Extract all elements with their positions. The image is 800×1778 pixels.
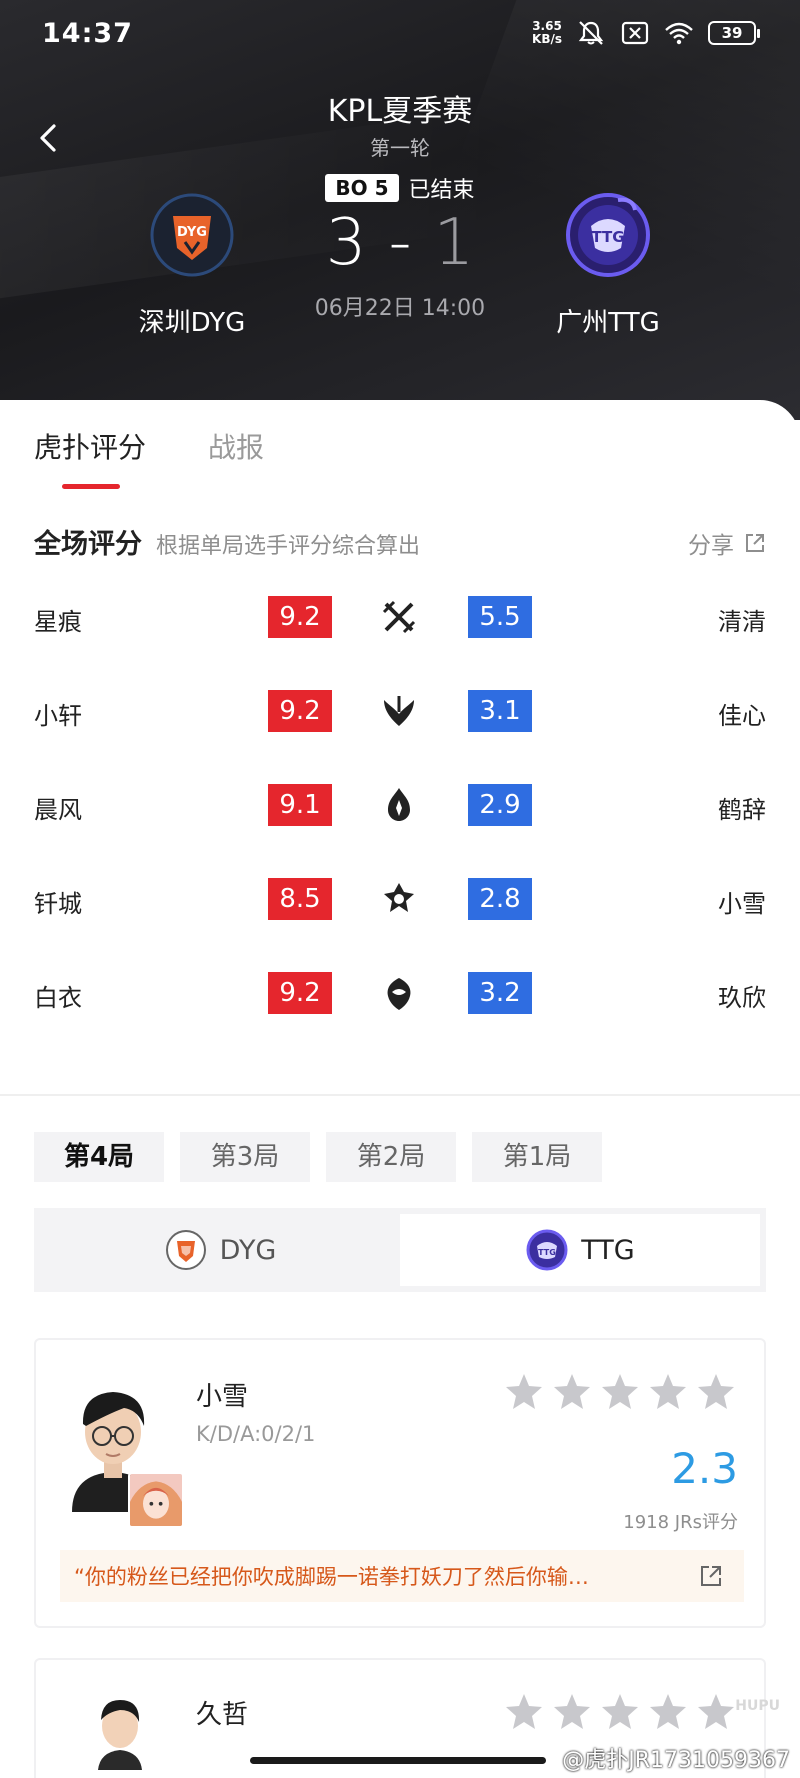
rating-row[interactable]: 星痕 9.2 5.5 清清 [34,596,766,640]
clash-lane-icon [382,600,416,634]
player-rating-count: 1918 JRs评分 [623,1512,738,1533]
net-speed: 3.65 KB/s [532,19,562,46]
section-divider [0,1094,800,1096]
right-player-name: 小雪 [718,890,766,918]
svg-text:TTG: TTG [538,1248,556,1257]
hupu-watermark-logo: HUPU [735,1698,780,1714]
left-player-score: 8.5 [268,878,332,920]
team-switch-dyg-label: DYG [219,1234,277,1266]
player-average-rating: 2.3 [671,1444,738,1493]
team-left-name: 深圳DYG [138,308,246,338]
star-icon[interactable] [504,1692,544,1732]
right-player-score: 5.5 [468,596,532,638]
left-player-name: 晨风 [34,796,82,824]
rating-row[interactable]: 小轩 9.2 3.1 佳心 [34,690,766,734]
left-player-name: 小轩 [34,702,82,730]
score-right: 1 [433,206,475,280]
hero-portrait-icon [128,1472,184,1528]
svg-text:DYG: DYG [177,225,207,240]
left-player-score: 9.2 [268,596,332,638]
star-icon[interactable] [504,1372,544,1412]
left-player-name: 钎城 [34,890,82,918]
player-rating-card[interactable]: 小雪 K/D/A:0/2/1 2.3 1918 JRs评分 “你的粉丝已经把你吹… [34,1338,766,1628]
right-player-score: 2.9 [468,784,532,826]
left-player-score: 9.2 [268,690,332,732]
star-rating-input[interactable] [504,1372,736,1412]
left-player-score: 9.2 [268,972,332,1014]
mute-icon [578,21,604,45]
star-icon[interactable] [696,1692,736,1732]
star-icon[interactable] [600,1372,640,1412]
bo-badge: BO 5 [325,174,399,202]
status-time: 14:37 [42,18,133,49]
rating-row[interactable]: 钎城 8.5 2.8 小雪 [34,878,766,922]
player-avatar [90,1690,150,1770]
team-left[interactable]: DYG 深圳DYG [92,190,292,339]
tab-game-3[interactable]: 第3局 [180,1132,310,1182]
star-icon[interactable] [648,1692,688,1732]
league-title: KPL夏季赛 [327,94,473,129]
team-right[interactable]: TTG 广州TTG [508,190,708,339]
right-player-name: 佳心 [718,702,766,730]
farm-lane-icon [384,883,414,912]
hot-comment-text: “你的粉丝已经把你吹成脚踢一诺拳打妖刀了然后你输… [74,1565,589,1589]
ttg-logo-icon: TTG [566,193,650,277]
rating-row[interactable]: 晨风 9.1 2.9 鹤辞 [34,784,766,828]
dyg-logo-icon: DYG [150,193,234,277]
external-link-icon[interactable] [698,1563,724,1589]
game-tabs: 第4局 第3局 第2局 第1局 [34,1132,602,1182]
content-panel: 虎扑评分 战报 全场评分 根据单局选手评分综合算出 分享 星痕 9.2 5.5 … [0,400,800,1778]
match-header: 14:37 3.65 KB/s 39 KPL夏季赛 第一轮 BO 5 已结束 3… [0,0,800,420]
battery-indicator: 39 [708,21,760,45]
team-switch-dyg[interactable]: DYG [40,1214,400,1286]
team-switch: DYG TTG TTG [34,1208,766,1292]
match-status: 已结束 [408,178,475,203]
status-icons: 3.65 KB/s 39 [532,19,760,46]
player-name: 久哲 [196,1700,249,1730]
user-watermark: @虎扑JR1731059367 [562,1748,790,1773]
main-tabs: 虎扑评分 战报 [34,426,264,489]
right-player-name: 玖欣 [718,984,766,1012]
rating-row-holder [34,524,766,568]
left-player-name: 星痕 [34,608,82,636]
ttg-logo-icon: TTG [526,1229,568,1271]
dyg-logo-icon [165,1230,206,1270]
left-player-score: 9.1 [268,784,332,826]
player-name: 小雪 [196,1382,249,1412]
score-left: 3 [325,206,367,280]
score-separator: - [388,206,412,280]
hot-comment[interactable]: “你的粉丝已经把你吹成脚踢一诺拳打妖刀了然后你输… [60,1550,744,1602]
status-bar: 14:37 3.65 KB/s 39 [0,0,800,70]
player-kda: K/D/A:0/2/1 [196,1422,316,1446]
left-player-name: 白衣 [34,984,82,1012]
round-label: 第一轮 [370,136,430,160]
jungle-icon [384,696,414,726]
tab-hupu-rating[interactable]: 虎扑评分 [34,426,146,489]
right-player-score: 3.2 [468,972,532,1014]
team-switch-ttg[interactable]: TTG TTG [400,1214,760,1286]
svg-text:TTG: TTG [591,228,624,246]
tab-game-2[interactable]: 第2局 [326,1132,456,1182]
tab-game-1[interactable]: 第1局 [472,1132,602,1182]
rating-row[interactable]: 白衣 9.2 3.2 玖欣 [34,972,766,1016]
tab-match-report[interactable]: 战报 [208,426,264,466]
right-player-score: 3.1 [468,690,532,732]
star-icon[interactable] [552,1372,592,1412]
right-player-name: 清清 [718,608,766,636]
star-icon[interactable] [696,1372,736,1412]
star-icon[interactable] [600,1692,640,1732]
star-icon[interactable] [552,1692,592,1732]
no-sim-icon [621,21,649,45]
team-right-name: 广州TTG [556,308,660,338]
right-player-name: 鹤辞 [718,796,766,824]
roam-icon [387,978,411,1010]
tab-game-4[interactable]: 第4局 [34,1132,164,1182]
home-indicator[interactable] [250,1757,546,1764]
star-icon[interactable] [648,1372,688,1412]
team-switch-ttg-label: TTG [581,1234,635,1266]
mid-lane-icon [388,788,410,821]
wifi-icon [665,22,693,45]
right-player-score: 2.8 [468,878,532,920]
star-rating-input[interactable] [504,1692,736,1732]
